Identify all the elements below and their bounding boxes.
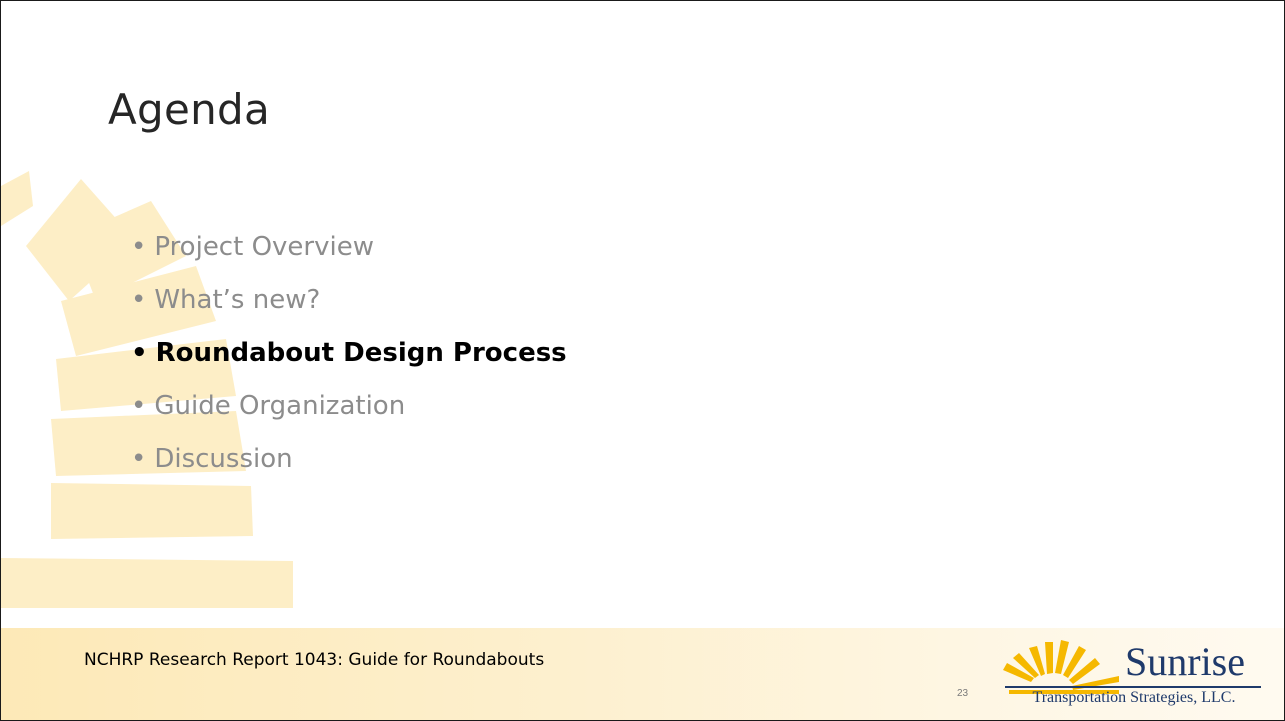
bullet-icon: • xyxy=(131,232,147,262)
page-number: 23 xyxy=(957,688,969,699)
logo-wordmark: Sunrise xyxy=(1125,639,1245,684)
bullet-icon: • xyxy=(131,391,147,421)
agenda-item-whats-new: • What’s new? xyxy=(131,274,567,327)
agenda-item-label: Project Overview xyxy=(154,232,374,262)
agenda-item-label: Discussion xyxy=(154,444,293,474)
agenda-item-label: What’s new? xyxy=(154,285,321,315)
logo-subtitle: Transportation Strategies, LLC. xyxy=(1032,689,1236,706)
agenda-list: • Project Overview • What’s new? • Roundabo… xyxy=(131,221,567,486)
bullet-icon: • xyxy=(131,285,147,315)
agenda-item-label: Roundabout Design Process xyxy=(155,338,567,368)
bullet-icon: • xyxy=(131,444,147,474)
agenda-item-roundabout-design-process: • Roundabout Design Process xyxy=(131,327,567,380)
slide-title: Agenda xyxy=(108,85,271,134)
agenda-item-project-overview: • Project Overview xyxy=(131,221,567,274)
agenda-item-label: Guide Organization xyxy=(154,391,406,421)
bullet-icon: • xyxy=(131,338,148,368)
slide: Agenda • Project Overview • What’s new? • R… xyxy=(0,0,1285,721)
agenda-item-guide-organization: • Guide Organization xyxy=(131,380,567,433)
agenda-item-discussion: • Discussion xyxy=(131,433,567,486)
footer-text: NCHRP Research Report 1043: Guide for Ro… xyxy=(84,650,545,670)
